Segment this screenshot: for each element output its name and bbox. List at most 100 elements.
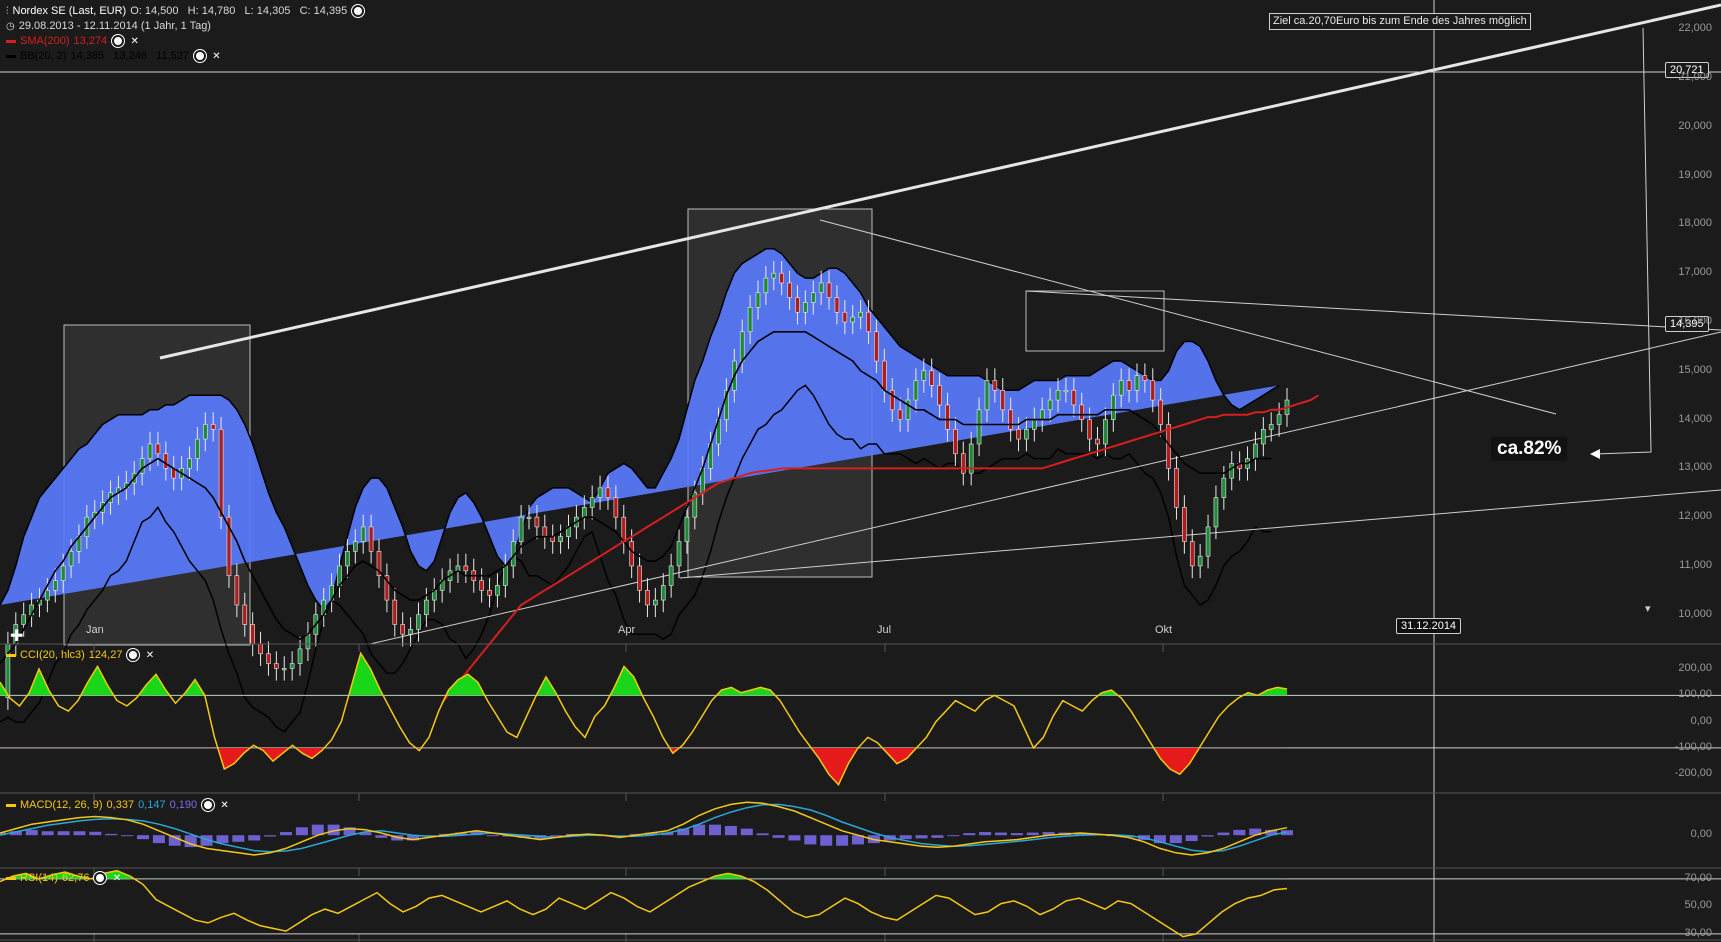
candle-body bbox=[739, 331, 745, 362]
rsi-tick-label: 50,00 bbox=[1684, 899, 1712, 912]
candle-body bbox=[45, 590, 50, 601]
candle-body bbox=[984, 380, 990, 411]
cci-tick-label: 0,00 bbox=[1690, 714, 1712, 727]
macd-value-1: 0,337 bbox=[106, 799, 135, 811]
candle-body bbox=[281, 668, 287, 671]
candle-body bbox=[1182, 507, 1187, 542]
target-note[interactable]: Ziel ca.20,70Euro bis zum Ende des Jahre… bbox=[1269, 13, 1531, 30]
macd-settings-icon[interactable] bbox=[202, 799, 215, 811]
macd-histogram-bar bbox=[280, 832, 292, 836]
candle-body bbox=[274, 663, 279, 669]
macd-histogram-bar bbox=[931, 835, 944, 838]
candle-body bbox=[771, 272, 777, 279]
macd-histogram-bar bbox=[248, 835, 261, 841]
cci-label: CCI(20, hlc3) bbox=[20, 649, 85, 661]
candle-body bbox=[763, 277, 769, 294]
candle-body bbox=[858, 311, 863, 318]
macd-histogram-bar bbox=[486, 835, 499, 837]
macd-histogram-bar bbox=[57, 831, 70, 836]
rsi-close-icon[interactable]: ✕ bbox=[111, 873, 122, 884]
bb-values: 14,385 13,246 11,527 bbox=[70, 50, 189, 62]
candle-body bbox=[945, 404, 950, 430]
candle-body bbox=[826, 282, 832, 298]
bb-settings-icon[interactable] bbox=[193, 50, 206, 62]
macd-histogram-bar bbox=[232, 835, 245, 842]
candle-body bbox=[305, 633, 311, 650]
candle-body bbox=[187, 458, 192, 469]
chart-type-icon[interactable]: ⫶ bbox=[6, 6, 9, 17]
candle-body bbox=[597, 487, 603, 498]
candle-body bbox=[60, 565, 66, 581]
macd-histogram-bar bbox=[899, 835, 912, 840]
cci-tick-label: 100,00 bbox=[1678, 688, 1712, 701]
cci-tick-label: -200,00 bbox=[1674, 767, 1712, 780]
collapse-icon[interactable]: ▾ bbox=[1645, 602, 1651, 615]
candle-body bbox=[1008, 409, 1013, 430]
macd-histogram-bar bbox=[152, 835, 165, 844]
macd-histogram-bar bbox=[979, 832, 992, 836]
candle-body bbox=[629, 541, 634, 567]
cci-tick-label: 200,00 bbox=[1678, 662, 1712, 675]
rsi-legend: RSI(14) 62,76 ✕ bbox=[6, 872, 122, 884]
candle-body bbox=[202, 424, 208, 440]
macd-histogram-bar bbox=[709, 824, 721, 836]
candle-body bbox=[368, 526, 374, 552]
macd-histogram-bar bbox=[264, 835, 277, 837]
target-date-tag: 31.12.2014 bbox=[1396, 618, 1462, 634]
macd-histogram-bar bbox=[772, 835, 785, 838]
macd-histogram-bar bbox=[137, 835, 149, 840]
candle-body bbox=[929, 370, 934, 386]
x-tick-label: Jan bbox=[86, 624, 104, 636]
candle-body bbox=[353, 541, 358, 552]
sma-settings-icon[interactable] bbox=[112, 35, 125, 47]
candle-body bbox=[803, 302, 808, 313]
cci-settings-icon[interactable] bbox=[127, 649, 140, 661]
candle-body bbox=[1213, 497, 1219, 528]
candle-body bbox=[1024, 429, 1029, 440]
candle-body bbox=[937, 385, 942, 406]
macd-histogram-bar bbox=[1026, 832, 1039, 836]
candle-body bbox=[21, 614, 26, 625]
bb-legend: BB(20, 2) 14,385 13,246 11,527 ✕ bbox=[6, 50, 222, 62]
candle-body bbox=[155, 443, 161, 455]
macd-histogram-bar bbox=[740, 828, 753, 836]
candle-body bbox=[842, 311, 848, 323]
candle-body bbox=[1261, 429, 1266, 445]
candle-body bbox=[1253, 443, 1258, 459]
candle-body bbox=[534, 516, 540, 528]
macd-histogram-bar bbox=[1201, 835, 1214, 837]
cci-close-icon[interactable]: ✕ bbox=[144, 650, 155, 661]
macd-histogram-bar bbox=[788, 835, 801, 841]
macd-histogram-bar bbox=[915, 835, 928, 839]
bb-close-icon[interactable]: ✕ bbox=[211, 51, 222, 62]
candle-body bbox=[605, 487, 611, 498]
candle-body bbox=[637, 565, 642, 591]
y-tick-label: 13,000 bbox=[1678, 461, 1712, 474]
sma-close-icon[interactable]: ✕ bbox=[129, 36, 140, 47]
crosshair-icon[interactable]: ✚ bbox=[10, 626, 23, 646]
candle-body bbox=[1142, 375, 1148, 381]
percent-annotation[interactable]: ca.82% bbox=[1491, 437, 1568, 461]
candle-body bbox=[210, 424, 216, 430]
rsi-settings-icon[interactable] bbox=[94, 872, 107, 884]
macd-close-icon[interactable]: ✕ bbox=[219, 800, 230, 811]
y-tick-label: 17,000 bbox=[1678, 266, 1712, 279]
candle-body bbox=[913, 380, 919, 401]
candle-body bbox=[589, 497, 595, 508]
cci-swatch bbox=[6, 653, 16, 657]
candle-body bbox=[479, 580, 484, 591]
x-tick-label: Okt bbox=[1155, 624, 1173, 636]
candle-body bbox=[866, 311, 871, 333]
candle-body bbox=[897, 409, 903, 420]
candle-body bbox=[1032, 419, 1037, 430]
macd-histogram-bar bbox=[836, 835, 849, 846]
candle-body bbox=[392, 599, 398, 625]
cci-legend: CCI(20, hlc3) 124,27 ✕ bbox=[6, 649, 155, 661]
candle-body bbox=[747, 307, 753, 333]
settings-icon[interactable] bbox=[352, 5, 365, 17]
candle-body bbox=[1063, 390, 1069, 393]
candle-body bbox=[818, 282, 824, 294]
macd-histogram-bar bbox=[1010, 833, 1023, 836]
candle-body bbox=[795, 297, 800, 313]
sma-legend: SMA(200) 13,274 ✕ bbox=[6, 35, 140, 47]
